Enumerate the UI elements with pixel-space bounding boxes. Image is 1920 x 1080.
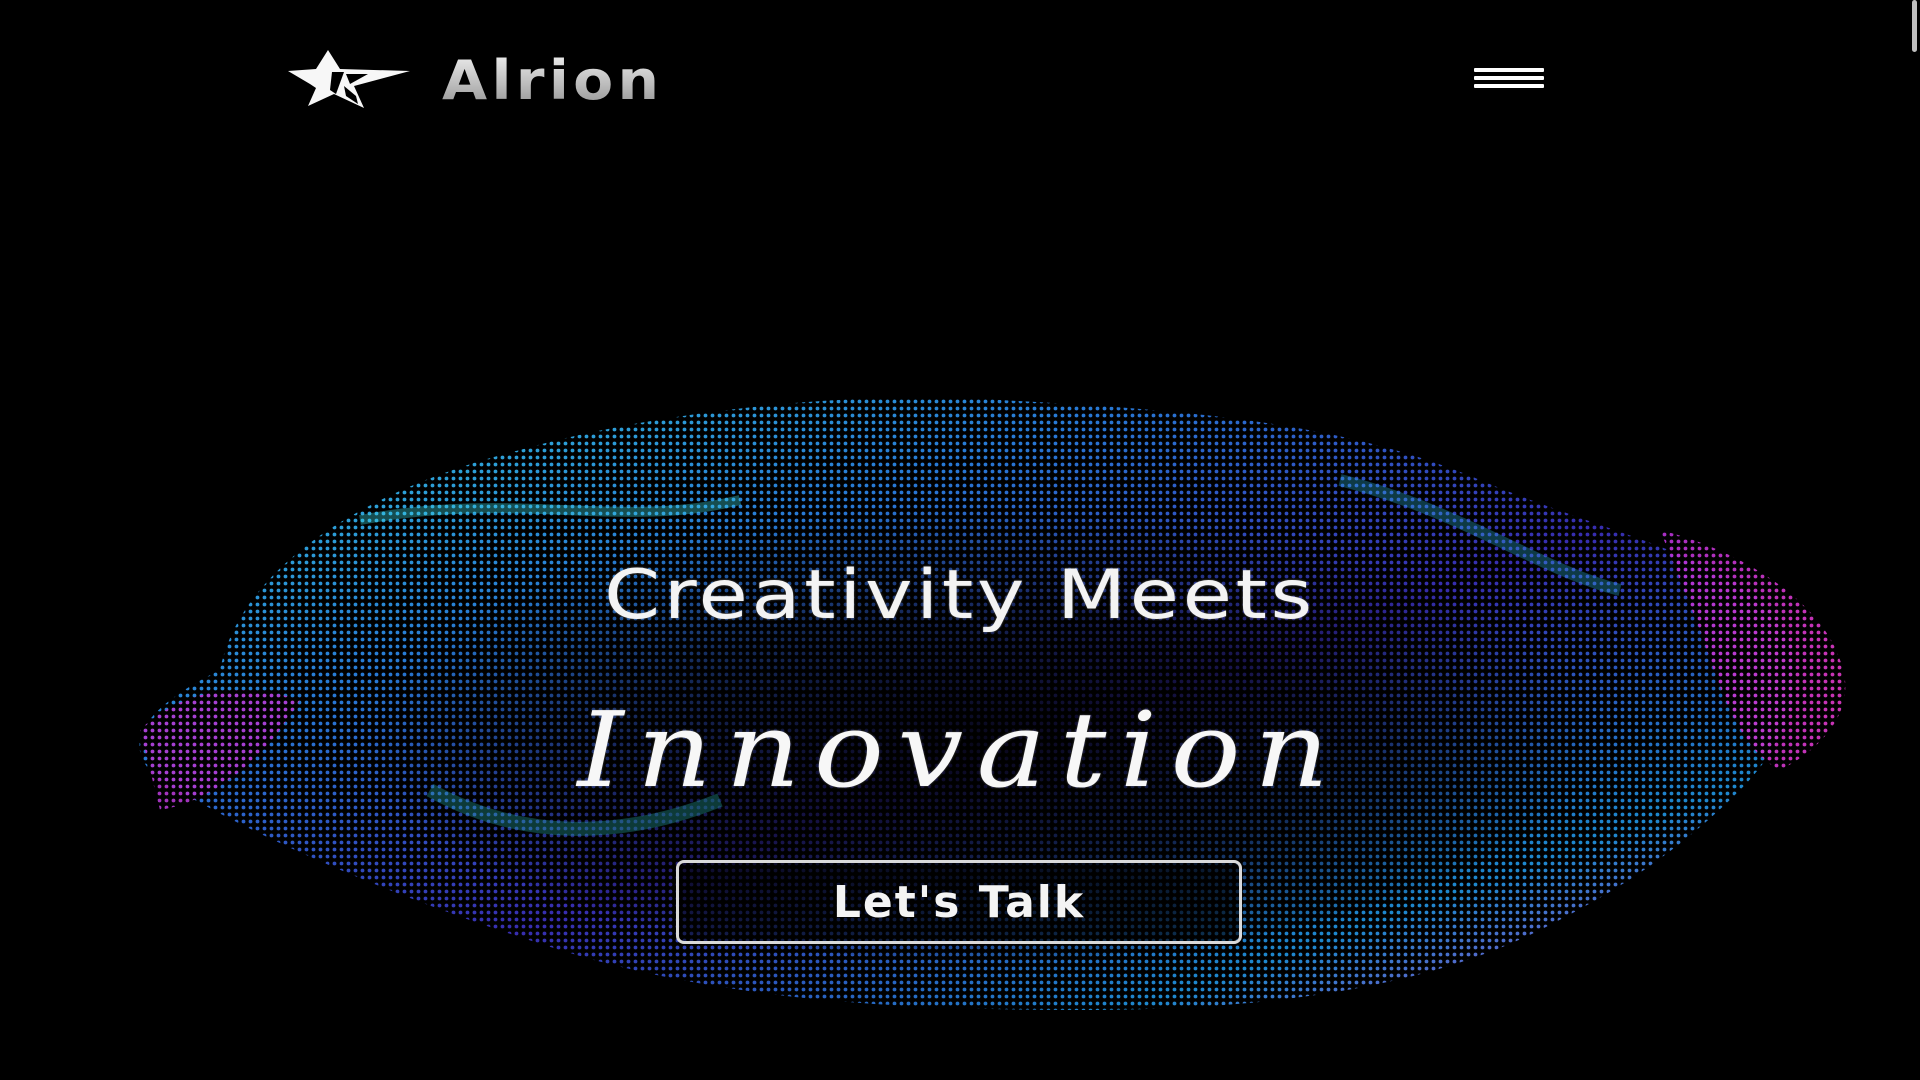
hamburger-menu-icon[interactable] <box>1468 62 1548 94</box>
hero-title-line-1: Creativity Meets <box>604 556 1316 635</box>
landing-page: Alrion Creativity Meets Innovation Let's… <box>0 0 1920 1080</box>
star-icon <box>288 50 410 108</box>
menu-bar <box>1474 76 1544 80</box>
cta-label: Let's Talk <box>832 876 1086 928</box>
page-scrollbar[interactable] <box>1908 0 1920 1080</box>
hero-title-line-2: Innovation <box>577 689 1343 811</box>
lets-talk-button[interactable]: Let's Talk <box>676 860 1242 944</box>
brand-name: Alrion <box>442 48 664 112</box>
brand-logo[interactable]: Alrion <box>288 49 659 112</box>
scrollbar-thumb[interactable] <box>1912 0 1917 52</box>
menu-bar <box>1474 84 1544 88</box>
site-header: Alrion <box>0 0 1920 160</box>
menu-bar <box>1474 68 1544 72</box>
